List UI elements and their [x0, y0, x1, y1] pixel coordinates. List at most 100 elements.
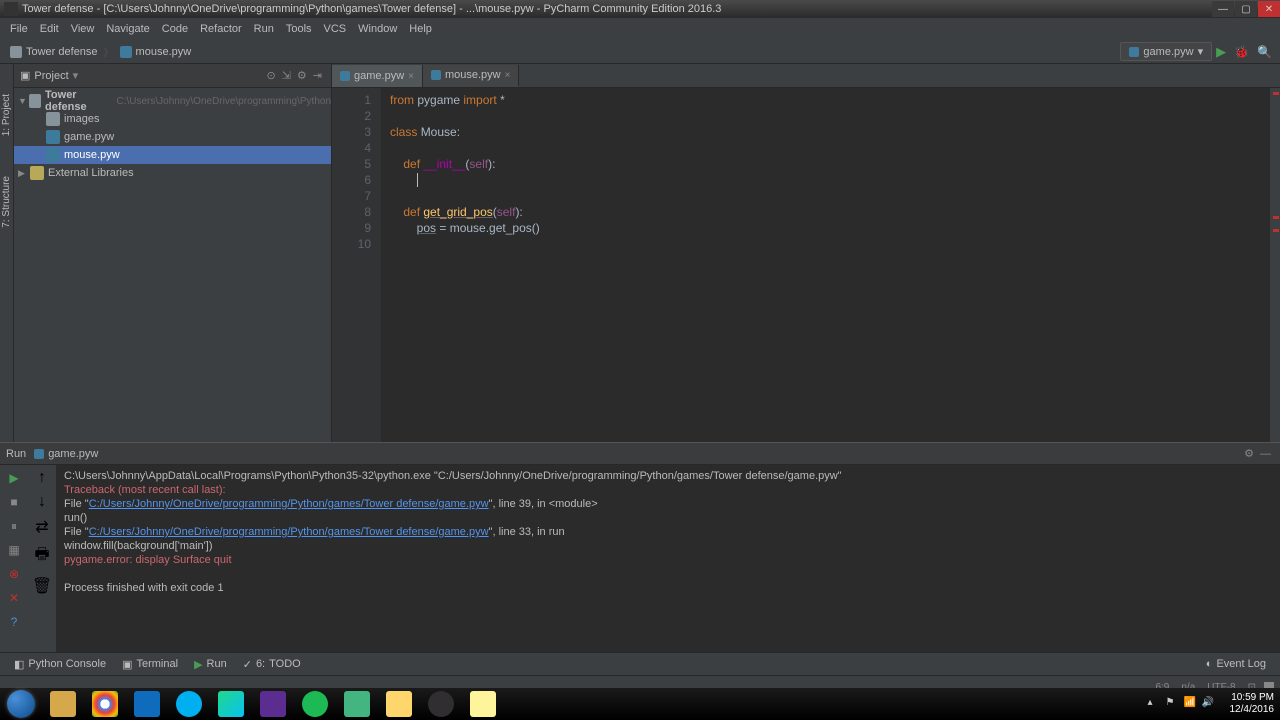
- taskbar-app-spotify[interactable]: [294, 688, 336, 720]
- tree-label: images: [64, 113, 99, 125]
- stop-button[interactable]: ■: [5, 493, 23, 511]
- taskbar-app-explorer[interactable]: [42, 688, 84, 720]
- editor-tab[interactable]: game.pyw ×: [332, 65, 423, 87]
- error-marker[interactable]: [1273, 229, 1279, 232]
- minimize-button[interactable]: —: [1212, 1, 1234, 17]
- error-marker[interactable]: [1273, 92, 1279, 95]
- close-button[interactable]: ✕: [1258, 1, 1280, 17]
- run-config-selector[interactable]: game.pyw ▾: [1120, 42, 1212, 61]
- run-tab[interactable]: ▶ Run: [186, 658, 235, 671]
- run-config-name: game.pyw: [1143, 46, 1193, 58]
- project-tree[interactable]: ▼ Tower defense C:\Users\Johnny\OneDrive…: [14, 88, 331, 442]
- log-icon: ◐: [1206, 658, 1213, 670]
- rerun-button[interactable]: ▶: [5, 469, 23, 487]
- tab-label: Event Log: [1216, 658, 1266, 670]
- run-header-label: Run: [6, 448, 26, 460]
- tray-flag-icon[interactable]: ⚑: [1166, 697, 1180, 711]
- search-everywhere-button[interactable]: 🔍: [1257, 45, 1272, 59]
- python-file-icon: [46, 130, 60, 144]
- menu-file[interactable]: File: [4, 23, 34, 35]
- tray-volume-icon[interactable]: 🔊: [1202, 697, 1216, 711]
- run-output-console[interactable]: C:\Users\Johnny\AppData\Local\Programs\P…: [56, 465, 1280, 652]
- tree-root[interactable]: ▼ Tower defense C:\Users\Johnny\OneDrive…: [14, 92, 331, 110]
- menu-tools[interactable]: Tools: [280, 23, 318, 35]
- breadcrumb-file[interactable]: mouse.pyw: [114, 44, 198, 60]
- start-button[interactable]: [0, 688, 42, 720]
- tray-network-icon[interactable]: 📶: [1184, 697, 1198, 711]
- structure-tool-tab[interactable]: 7: Structure: [1, 176, 12, 228]
- terminal-icon: ▣: [122, 658, 132, 671]
- taskbar-app-obs[interactable]: [420, 688, 462, 720]
- editor-tab-active[interactable]: mouse.pyw ×: [423, 65, 519, 87]
- tree-label: Tower defense: [45, 89, 112, 113]
- exit-button[interactable]: ⊗: [5, 565, 23, 583]
- console-icon: ◧: [14, 658, 24, 671]
- terminal-tab[interactable]: ▣ Terminal: [114, 658, 186, 671]
- pause-button[interactable]: ⏸: [5, 517, 23, 535]
- code-editor[interactable]: from pygame import *class Mouse: def __i…: [382, 88, 1280, 442]
- taskbar-app-skype[interactable]: [168, 688, 210, 720]
- taskbar-app-onedrive[interactable]: [126, 688, 168, 720]
- menu-code[interactable]: Code: [156, 23, 194, 35]
- hide-button[interactable]: ⇥: [313, 69, 322, 82]
- help-button[interactable]: ?: [5, 613, 23, 631]
- taskbar-app-discord[interactable]: [336, 688, 378, 720]
- event-log-tab[interactable]: ◐ Event Log: [1198, 658, 1274, 670]
- menu-edit[interactable]: Edit: [34, 23, 65, 35]
- close-tab-button[interactable]: ×: [408, 71, 414, 82]
- chevron-down-icon[interactable]: ▾: [73, 69, 79, 82]
- close-button[interactable]: ✕: [5, 589, 23, 607]
- maximize-button[interactable]: ▢: [1235, 1, 1257, 17]
- close-tab-button[interactable]: ×: [505, 70, 511, 81]
- run-toolbar-right: ↑ ↓ ⇄ 🖶 🗑: [28, 465, 56, 652]
- wrap-button[interactable]: ⇄: [35, 517, 48, 537]
- scroll-from-source-button[interactable]: ⊙: [266, 69, 275, 82]
- print-button[interactable]: 🖶: [34, 543, 49, 570]
- collapse-all-button[interactable]: ⇲: [282, 69, 291, 82]
- line-number-gutter[interactable]: 12345678910: [332, 88, 382, 442]
- menu-view[interactable]: View: [65, 23, 101, 35]
- down-button[interactable]: ↓: [38, 493, 46, 511]
- menu-run[interactable]: Run: [248, 23, 280, 35]
- menu-window[interactable]: Window: [352, 23, 403, 35]
- project-header-label: Project: [34, 70, 68, 82]
- taskbar-app-vs[interactable]: [252, 688, 294, 720]
- editor-tabs: game.pyw × mouse.pyw ×: [332, 64, 1280, 88]
- tray-arrow-icon[interactable]: ▴: [1148, 697, 1162, 711]
- expand-arrow-icon[interactable]: ▼: [18, 96, 29, 106]
- project-icon: ▣: [20, 69, 30, 82]
- taskbar-app-notes[interactable]: [462, 688, 504, 720]
- settings-button[interactable]: ⚙: [1244, 447, 1254, 460]
- expand-arrow-icon[interactable]: ▶: [18, 168, 30, 179]
- settings-button[interactable]: ⚙: [297, 69, 307, 82]
- python-console-tab[interactable]: ◧ Python Console: [6, 658, 114, 671]
- editor-marker-bar[interactable]: [1270, 88, 1280, 442]
- menu-refactor[interactable]: Refactor: [194, 23, 248, 35]
- python-file-icon: [120, 46, 132, 58]
- run-button[interactable]: ▶: [1216, 44, 1226, 60]
- tab-label: TODO: [269, 658, 301, 670]
- menu-vcs[interactable]: VCS: [318, 23, 353, 35]
- menu-navigate[interactable]: Navigate: [100, 23, 155, 35]
- clear-button[interactable]: 🗑: [32, 576, 52, 596]
- todo-tab[interactable]: ✓ 6: TODO: [235, 658, 309, 671]
- error-marker[interactable]: [1273, 216, 1279, 219]
- taskbar-app-pycharm[interactable]: [210, 688, 252, 720]
- breadcrumb-root[interactable]: Tower defense: [4, 44, 104, 60]
- tree-item[interactable]: game.pyw: [14, 128, 331, 146]
- hide-button[interactable]: —: [1260, 448, 1271, 460]
- editor-area: game.pyw × mouse.pyw × 12345678910 from …: [332, 64, 1280, 442]
- folder-icon: [10, 46, 22, 58]
- taskbar-clock[interactable]: 10:59 PM 12/4/2016: [1224, 692, 1280, 716]
- windows-logo-icon: [7, 690, 35, 718]
- dump-button[interactable]: ▦: [5, 541, 23, 559]
- taskbar-app-fileexplorer[interactable]: [378, 688, 420, 720]
- menu-help[interactable]: Help: [403, 23, 438, 35]
- project-tool-tab[interactable]: 1: Project: [1, 94, 12, 136]
- debug-button[interactable]: 🐞: [1234, 45, 1249, 59]
- up-button[interactable]: ↑: [38, 469, 46, 487]
- tree-external-libraries[interactable]: ▶ External Libraries: [14, 164, 331, 182]
- taskbar-app-chrome[interactable]: [84, 688, 126, 720]
- tree-item-selected[interactable]: mouse.pyw: [14, 146, 331, 164]
- system-tray[interactable]: ▴ ⚑ 📶 🔊: [1140, 697, 1224, 711]
